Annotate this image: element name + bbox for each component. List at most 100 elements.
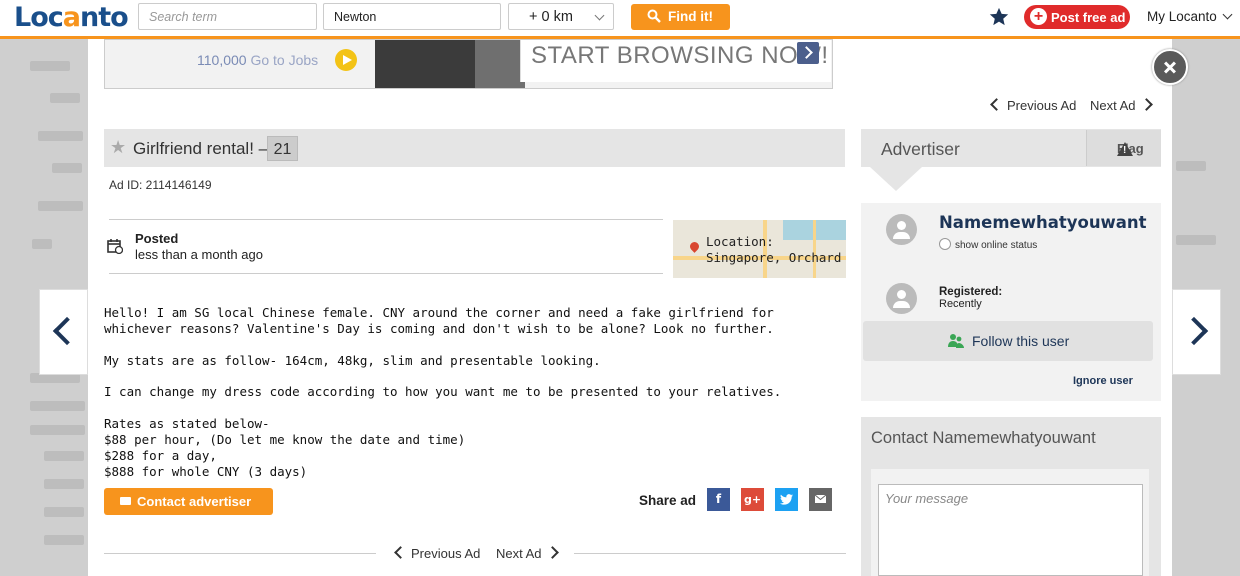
warning-icon [1117,142,1133,156]
flag-button[interactable]: Flag [1086,130,1161,166]
ad-title-bar: ★ Girlfriend rental! – 21 [104,129,845,167]
rates-line: $888 for whole CNY (3 days) [104,463,308,479]
post-free-ad-button[interactable]: + Post free ad [1024,5,1130,29]
status-dot-icon [939,238,951,250]
chevron-left-icon [52,316,82,346]
divider [574,553,846,554]
jobs-banner[interactable]: 110,000 Go to Jobs START BROWSING NOW! [104,39,833,89]
google-plus-share-icon[interactable]: g+ [741,488,764,511]
advertiser-header: Advertiser Flag [861,129,1161,167]
rates-line: Rates as stated below- [104,416,270,432]
rates-line: $88 per hour, (Do let me know the date a… [104,431,466,447]
favorite-star-icon[interactable]: ★ [110,137,126,158]
find-button[interactable]: Find it! [631,4,730,30]
radius-select[interactable]: + 0 km [508,3,614,30]
mail-icon [814,494,827,503]
header-notch [870,167,922,191]
chevron-right-icon [545,546,559,559]
chevron-right-icon [1139,98,1153,111]
registered-user-icon [886,283,917,314]
follow-users-icon [948,334,964,348]
divider [109,219,663,220]
location-value: Singapore, Orchard [706,250,842,265]
bg-line [52,163,82,173]
close-icon[interactable] [1152,49,1188,85]
description-paragraph: I can change my dress code according to … [104,384,782,400]
jobs-count: 110,000 [197,52,247,68]
facebook-share-icon[interactable]: f [707,488,730,511]
previous-ad-link[interactable]: Previous Ad [990,98,1077,113]
chevron-right-icon [1179,316,1209,346]
bg-line [30,425,85,435]
next-ad-label: Next Ad [496,546,542,561]
calendar-icon [107,239,123,254]
next-ad-arrow[interactable] [1172,289,1221,375]
plus-icon: + [1030,8,1047,25]
divider [104,553,376,554]
online-status: show online status [939,238,1037,251]
message-textarea[interactable]: Your message [878,484,1143,576]
age-badge: 21 [267,136,298,161]
my-locanto-menu[interactable]: My Locanto [1147,9,1233,24]
registered-info: Registered: Recently [939,286,1002,310]
next-ad-link[interactable]: Next Ad [1090,98,1153,113]
avatar [886,214,917,245]
bg-line [44,451,84,461]
location-map[interactable]: Location: Singapore, Orchard [673,220,846,278]
find-button-label: Find it! [668,9,713,24]
previous-ad-label: Previous Ad [1007,98,1077,113]
locanto-logo[interactable]: Locanto [14,2,129,33]
ad-description: Hello! I am SG local Chinese female. CNY… [104,305,844,479]
previous-ad-arrow[interactable] [39,289,88,375]
favorites-star-icon[interactable] [988,6,1010,28]
banner-photo [375,40,525,88]
next-ad-link-bottom[interactable]: Next Ad [496,546,559,561]
twitter-bird-icon [780,494,793,505]
posted-value: less than a month ago [135,247,263,262]
contact-form: Contact Namemewhatyouwant Your message [861,417,1161,576]
bg-line [44,479,84,489]
contact-heading: Contact Namemewhatyouwant [871,429,1096,447]
advertiser-heading: Advertiser [881,139,960,159]
rates-line: $288 for a day, [104,447,217,463]
contact-form-inner: Your message [871,469,1149,576]
previous-ad-link-bottom[interactable]: Previous Ad [394,546,480,561]
description-paragraph: My stats are as follow- 164cm, 48kg, sli… [104,352,601,368]
search-icon [647,9,661,23]
advertiser-username[interactable]: Namemewhatyouwant [939,213,1147,232]
bg-line [50,93,80,103]
divider [109,273,663,274]
chevron-right-icon [797,42,819,64]
location-text: Location: Singapore, Orchard [706,234,841,266]
follow-button-label: Follow this user [972,333,1070,349]
bg-line [44,535,84,545]
chevron-left-icon [990,98,1003,111]
chevron-left-icon [394,546,407,559]
registered-label: Registered: [939,286,1003,298]
twitter-share-icon[interactable] [775,488,798,511]
posted-label: Posted [135,231,179,246]
map-pin-icon [688,240,701,253]
chat-icon [120,497,131,505]
ignore-user-link[interactable]: Ignore user [1073,375,1133,387]
browse-now-panel: START BROWSING NOW! [520,40,831,82]
description-paragraph: Hello! I am SG local Chinese female. CNY… [104,305,774,336]
jobs-banner-text: 110,000 Go to Jobs [197,52,318,68]
chevron-down-icon [1222,9,1233,20]
bg-line [1176,235,1216,245]
email-share-icon[interactable] [809,488,832,511]
bg-line [38,131,83,141]
bg-line [1176,161,1206,171]
ad-title: Girlfriend rental! – [133,139,269,158]
search-input[interactable]: Search term [138,3,317,30]
radius-value: + 0 km [529,9,573,25]
go-to-jobs-link: Go to Jobs [250,52,319,68]
follow-user-button[interactable]: Follow this user [863,321,1153,361]
share-label: Share ad [639,493,697,508]
next-ad-label: Next Ad [1090,98,1136,113]
contact-advertiser-button[interactable]: Contact advertiser [104,488,273,515]
location-input[interactable]: Newton [323,3,501,30]
advertiser-card: Namemewhatyouwant show online status Reg… [861,203,1161,401]
play-icon [335,49,357,71]
browse-now-text: START BROWSING NOW! [531,42,829,69]
